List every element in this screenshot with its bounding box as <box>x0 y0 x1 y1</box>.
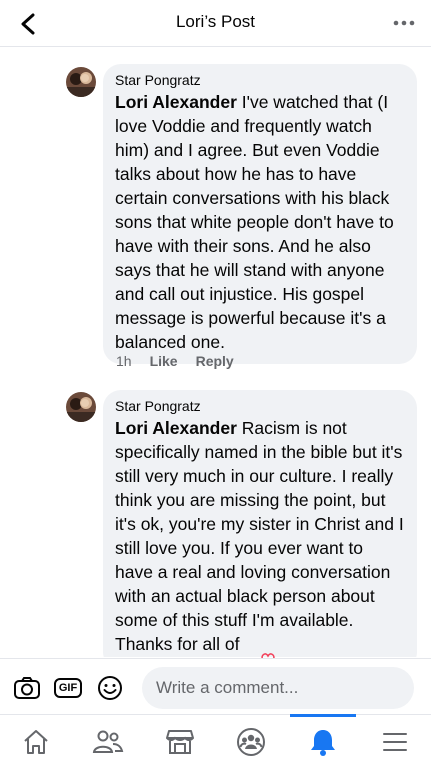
groups-icon[interactable] <box>215 715 287 769</box>
notifications-icon[interactable] <box>287 715 359 769</box>
page-title: Lori’s Post <box>175 12 256 31</box>
comment-bubble: Star Pongratz Lori Alexander I've watche… <box>103 64 417 364</box>
more-options-icon[interactable] <box>391 12 417 34</box>
comment-author[interactable]: Star Pongratz <box>115 72 405 88</box>
comment-author[interactable]: Star Pongratz <box>115 398 405 414</box>
avatar[interactable] <box>66 392 96 422</box>
emoji-icon[interactable] <box>95 675 125 701</box>
comment-text: Lori Alexander Racism is not specificall… <box>115 416 405 656</box>
comment-body: I've watched that (I love Voddie and fre… <box>115 92 394 352</box>
comment-list: Star Pongratz Lori Alexander I've watche… <box>0 47 431 657</box>
gif-icon[interactable]: GIF <box>53 675 83 701</box>
home-icon[interactable] <box>0 715 72 769</box>
gif-label: GIF <box>53 678 83 698</box>
friends-icon[interactable] <box>72 715 144 769</box>
top-bar: Lori’s Post <box>0 0 431 47</box>
comment-time: 1h <box>116 353 132 369</box>
marketplace-icon[interactable] <box>144 715 216 769</box>
bottom-navigation <box>0 714 431 769</box>
comment-bubble: Star Pongratz Lori Alexander Racism is n… <box>103 390 417 657</box>
reply-button[interactable]: Reply <box>196 353 234 369</box>
menu-icon[interactable] <box>359 715 431 769</box>
comment-text: Lori Alexander I've watched that (I love… <box>115 90 405 354</box>
like-button[interactable]: Like <box>150 353 178 369</box>
mention-link[interactable]: Lori Alexander <box>115 418 237 438</box>
comment-actions: 1h Like Reply <box>116 353 234 369</box>
comment-composer: GIF Write a comment... <box>0 658 431 715</box>
comment-body: Racism is not specifically named in the … <box>115 418 404 654</box>
mention-link[interactable]: Lori Alexander <box>115 92 237 112</box>
camera-icon[interactable] <box>12 675 42 701</box>
comment-input[interactable]: Write a comment... <box>142 667 414 709</box>
avatar[interactable] <box>66 67 96 97</box>
